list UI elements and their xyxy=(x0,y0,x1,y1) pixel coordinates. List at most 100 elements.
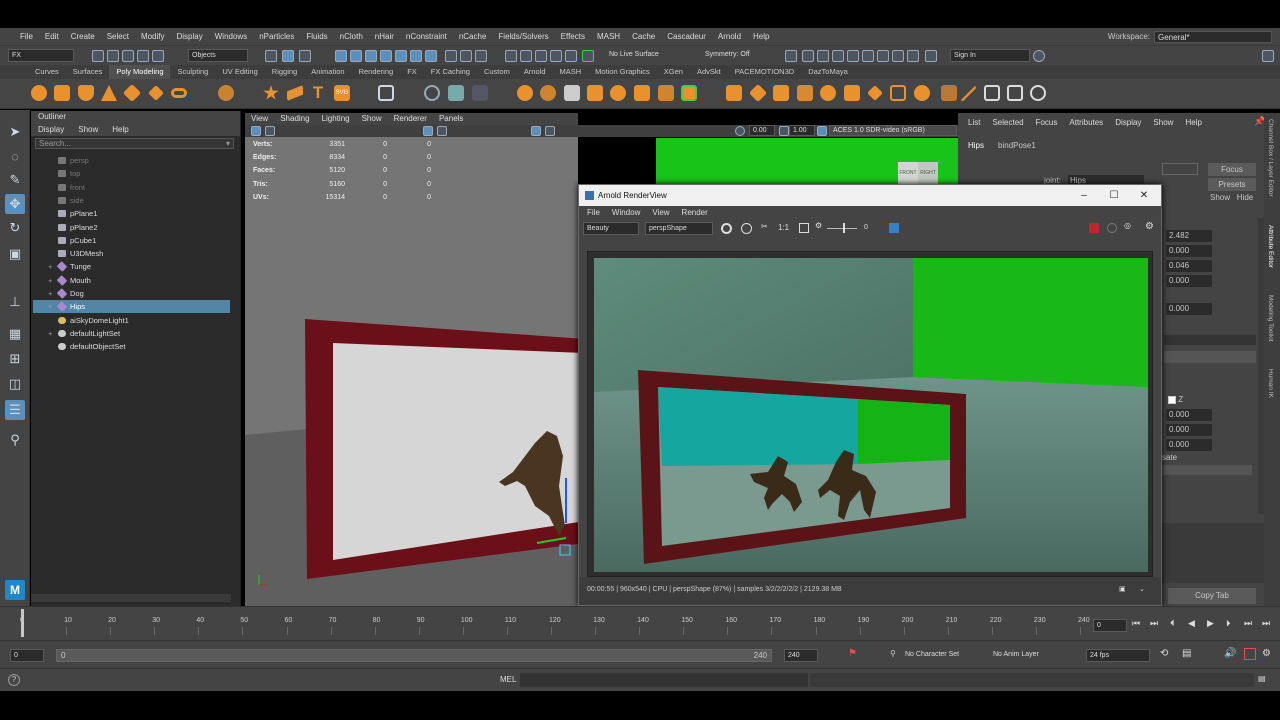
snap-vertex-icon[interactable] xyxy=(565,50,577,62)
color-channel-icon[interactable] xyxy=(721,223,732,234)
outliner-layout-icon[interactable]: ☰ xyxy=(5,400,25,420)
scale-tool-icon[interactable]: ▣ xyxy=(5,244,25,264)
exposure-slider-handle[interactable] xyxy=(843,223,845,233)
highlight-selection-icon[interactable] xyxy=(460,50,472,62)
outliner-item-defaultobjectset[interactable]: defaultObjectSet xyxy=(33,340,230,353)
ae-menu-selected[interactable]: Selected xyxy=(986,117,1029,129)
outliner-menu-display[interactable]: Display xyxy=(31,123,71,136)
camera-dropdown[interactable]: perspShape xyxy=(645,222,713,235)
connect-icon[interactable] xyxy=(773,85,789,101)
menu-nhair[interactable]: nHair xyxy=(369,32,400,41)
menu-mash[interactable]: MASH xyxy=(591,32,626,41)
view-cube-right[interactable]: RIGHT xyxy=(918,162,938,185)
select-by-curve-icon[interactable] xyxy=(365,50,377,62)
tab-hips[interactable]: Hips xyxy=(968,141,984,150)
save-scene-icon[interactable] xyxy=(122,50,134,62)
new-scene-icon[interactable] xyxy=(92,50,104,62)
wedge-icon[interactable] xyxy=(914,85,930,101)
command-input[interactable] xyxy=(520,673,808,687)
mirror-icon[interactable] xyxy=(424,85,440,101)
shelf-tab-rendering[interactable]: Rendering xyxy=(352,65,401,79)
lasso-tool-icon[interactable]: ◌ xyxy=(5,146,25,166)
menu-create[interactable]: Create xyxy=(65,32,101,41)
colorspace-dropdown[interactable]: ACES 1.0 SDR-video (sRGB) xyxy=(829,125,957,136)
tool-settings-toggle-icon[interactable] xyxy=(925,50,937,62)
open-scene-icon[interactable] xyxy=(107,50,119,62)
ratio-label[interactable]: 1:1 xyxy=(778,223,789,232)
help-icon[interactable]: ? xyxy=(8,674,20,686)
hypershade-icon[interactable] xyxy=(847,50,859,62)
tab-bindpose1[interactable]: bindPose1 xyxy=(998,141,1036,150)
offset-edge-loop-icon[interactable] xyxy=(867,85,883,101)
attribute-value-field[interactable]: 0.000 xyxy=(1166,245,1212,257)
loop-icon[interactable]: ⟲ xyxy=(1160,648,1168,659)
menu-ncloth[interactable]: nCloth xyxy=(334,32,369,41)
camera-select-icon[interactable] xyxy=(251,126,261,136)
poke-icon[interactable] xyxy=(890,85,906,101)
attribute-value-field[interactable]: 0.000 xyxy=(1166,409,1212,421)
poly-plane-icon[interactable] xyxy=(122,83,142,103)
shelf-tab-surfaces[interactable]: Surfaces xyxy=(66,65,110,79)
outliner-item-tunge[interactable]: + Tunge xyxy=(33,260,230,273)
multi-cut-icon[interactable] xyxy=(726,85,742,101)
renderview-menu-file[interactable]: File xyxy=(581,206,606,220)
shelf-tab-advskt[interactable]: AdvSkt xyxy=(690,65,728,79)
shelf-tab-fx-caching[interactable]: FX Caching xyxy=(424,65,477,79)
auto-unwrap-icon[interactable] xyxy=(1007,85,1023,101)
range-end-field[interactable]: 240 xyxy=(784,649,818,662)
expand-toggle[interactable]: + xyxy=(48,260,52,273)
edge-flow-icon[interactable] xyxy=(960,85,976,101)
settings-gear-icon[interactable]: ⚙ xyxy=(1145,221,1154,232)
time-slider[interactable]: 0 10 20 30 40 50 60 70 80 90 100 110 120 130 140 150 160… xyxy=(0,606,1280,640)
chevron-down-icon[interactable]: ▾ xyxy=(226,139,230,149)
play-backwards-icon[interactable]: ◀ xyxy=(1188,618,1195,629)
snap-curve-icon[interactable] xyxy=(505,50,517,62)
shelf-tab-pacemotion3d[interactable]: PACEMOTION3D xyxy=(728,65,801,79)
gamma-field[interactable]: 1.00 xyxy=(789,125,815,136)
show-manipulator-icon[interactable]: ⊥ xyxy=(5,292,25,312)
insert-edge-loop-icon[interactable] xyxy=(844,85,860,101)
select-mode-dropdown[interactable]: Objects xyxy=(188,49,248,62)
view-cube-front[interactable]: FRONT xyxy=(898,162,918,185)
play-forwards-icon[interactable]: ▶ xyxy=(1207,618,1214,629)
live-surface-dropdown[interactable]: No Live Surface xyxy=(606,49,686,62)
playback-options-icon[interactable]: ▤ xyxy=(1182,648,1191,659)
ae-menu-display[interactable]: Display xyxy=(1109,117,1147,129)
extrude-icon[interactable] xyxy=(610,85,626,101)
append-polygon-icon[interactable] xyxy=(681,85,697,101)
undo-icon[interactable] xyxy=(137,50,149,62)
attribute-value-field[interactable]: 0.000 xyxy=(1166,424,1212,436)
outliner-search-input[interactable]: Search... ▾ xyxy=(35,138,234,149)
shelf-tab-animation[interactable]: Animation xyxy=(304,65,351,79)
boolean-icon[interactable] xyxy=(517,85,533,101)
outliner-item-aiskydomelight1[interactable]: aiSkyDomeLight1 xyxy=(33,314,230,327)
poly-star-icon[interactable] xyxy=(263,85,279,100)
focus-button[interactable]: Focus xyxy=(1208,163,1256,176)
snap-surface-icon[interactable] xyxy=(550,50,562,62)
poly-torus-icon[interactable] xyxy=(171,88,187,98)
character-set-icon[interactable]: ⚲ xyxy=(890,649,896,658)
outliner-item-front[interactable]: front xyxy=(33,181,230,194)
select-by-rendering-icon[interactable] xyxy=(425,50,437,62)
object-mode-icon[interactable] xyxy=(282,50,294,62)
render-canvas[interactable] xyxy=(587,251,1153,577)
renderview-titlebar[interactable]: Arnold RenderView – ☐ ✕ xyxy=(579,185,1161,206)
circularize-icon[interactable] xyxy=(941,85,957,101)
z-checkbox[interactable]: Z xyxy=(1168,395,1183,404)
fps-dropdown[interactable]: 24 fps xyxy=(1086,649,1150,662)
go-to-end-icon[interactable]: ⏭ xyxy=(1262,618,1270,629)
camera-attributes-icon[interactable] xyxy=(265,126,275,136)
refresh-render-icon[interactable] xyxy=(1107,223,1117,233)
rotate-tool-icon[interactable]: ↻ xyxy=(5,218,25,238)
range-inner-start[interactable]: 0 xyxy=(61,651,65,660)
menu-effects[interactable]: Effects xyxy=(555,32,591,41)
preferences-icon[interactable]: ⚙ xyxy=(1262,648,1271,659)
attribute-slider[interactable] xyxy=(1164,335,1256,345)
shelf-tab-xgen[interactable]: XGen xyxy=(657,65,690,79)
show-button[interactable]: Show xyxy=(1208,191,1232,204)
copy-tab-button[interactable]: Copy Tab xyxy=(1168,588,1256,604)
step-back-key-icon[interactable]: ⏭ xyxy=(1150,618,1158,629)
attribute-editor-side-tab[interactable]: Attribute Editor xyxy=(1267,225,1274,268)
section-header-2[interactable] xyxy=(1162,465,1252,475)
exposure-gear-icon[interactable]: ⚙ xyxy=(815,221,822,230)
